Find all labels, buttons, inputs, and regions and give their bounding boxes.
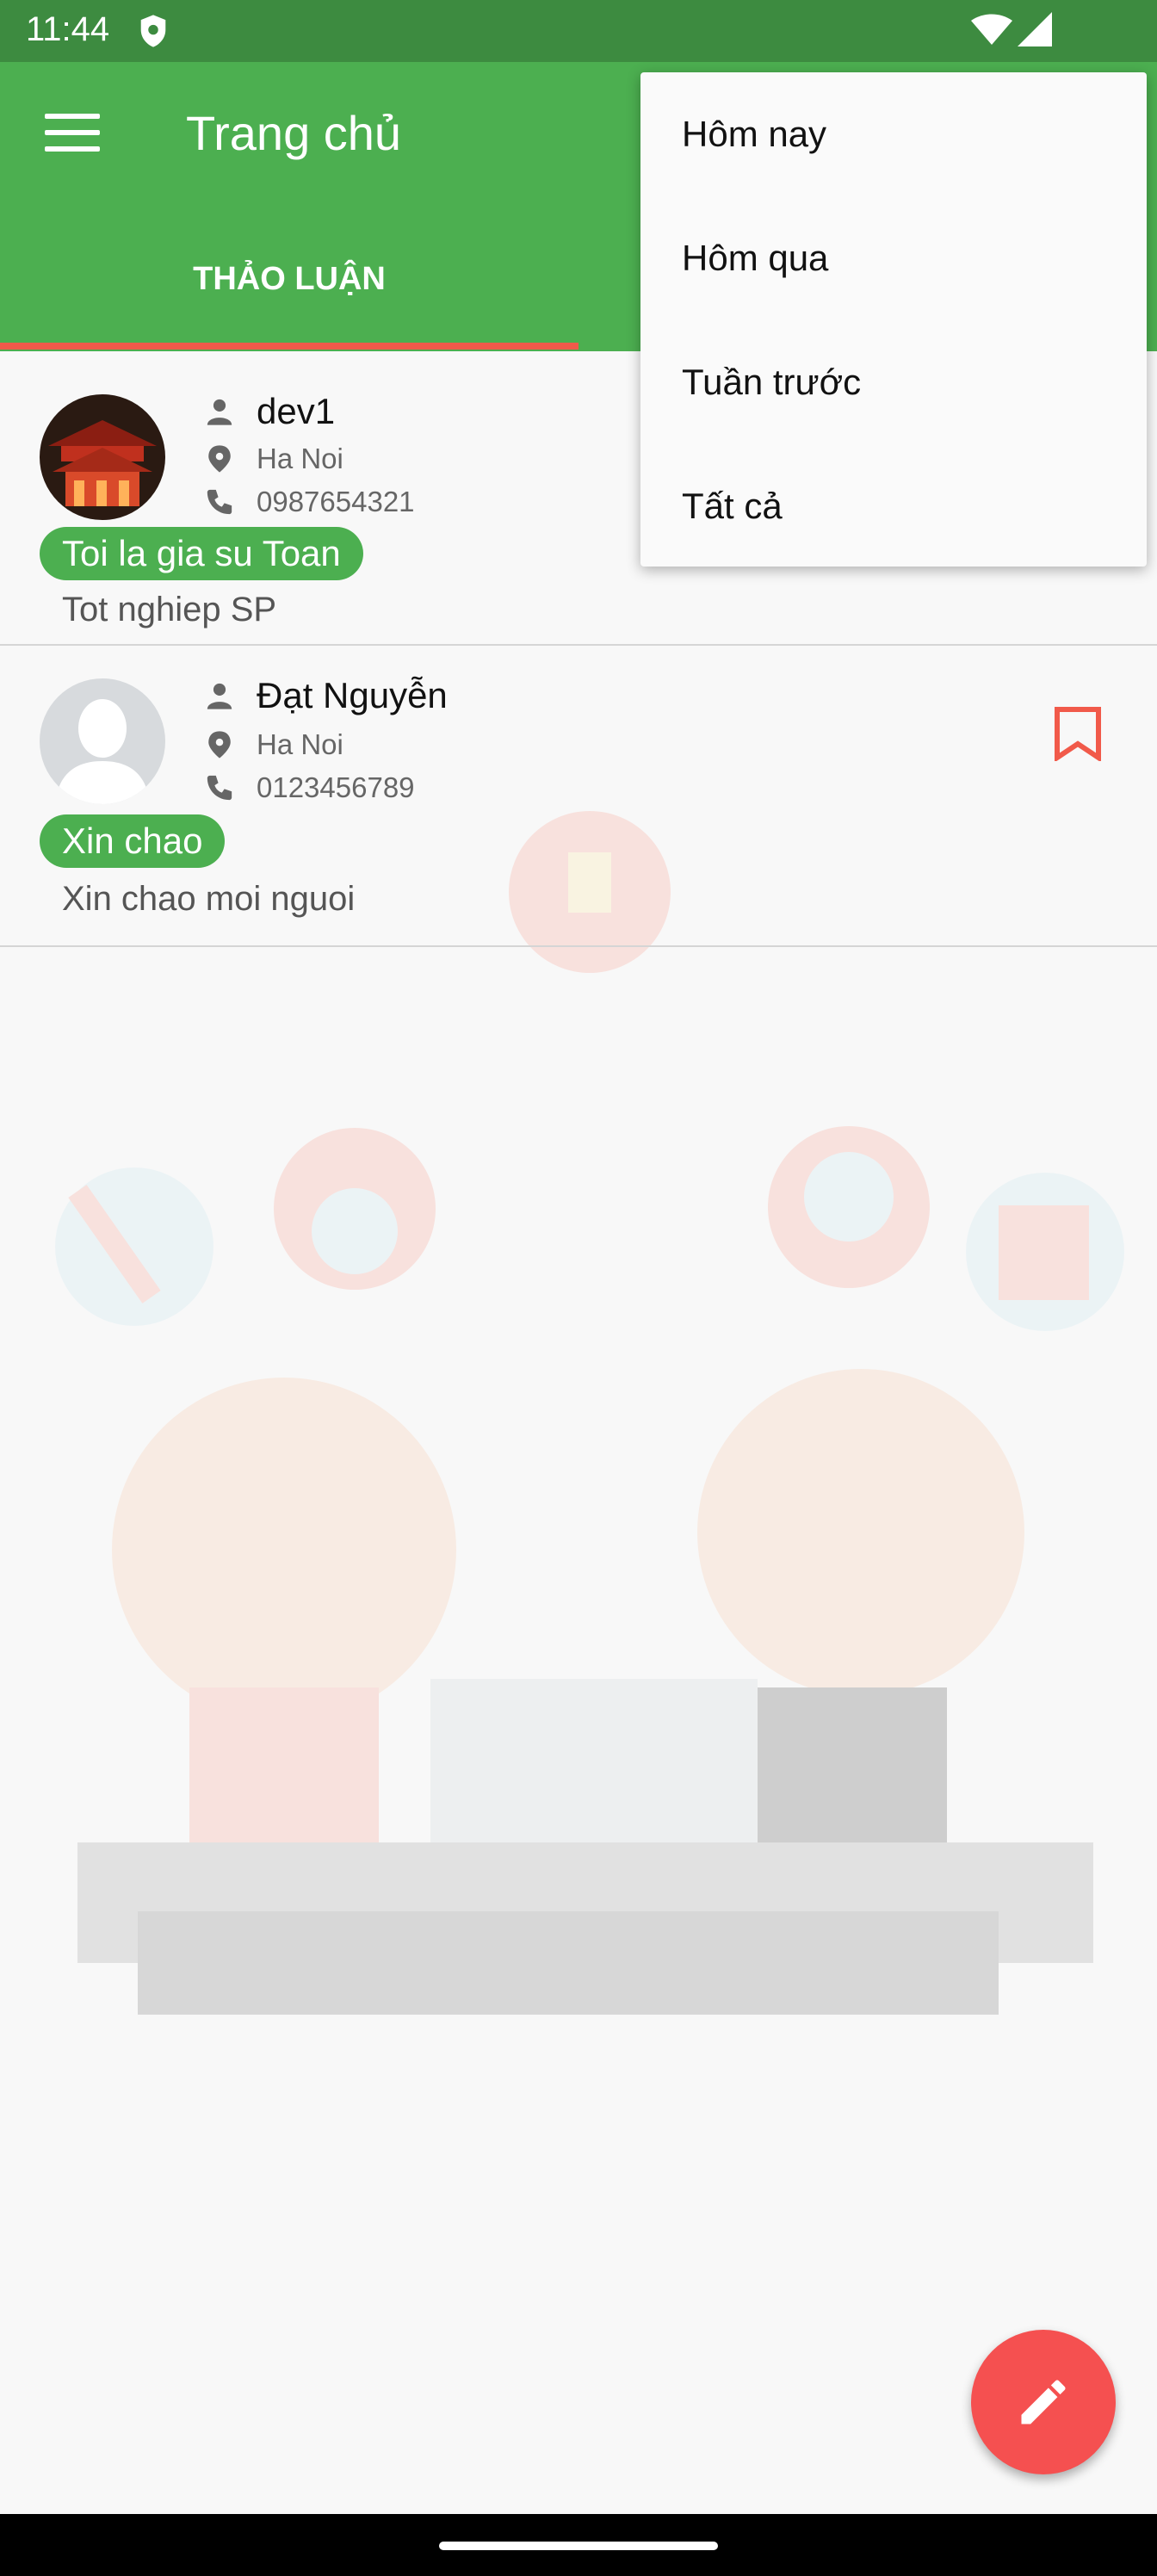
navigation-bar bbox=[0, 2514, 1157, 2576]
compose-button[interactable] bbox=[971, 2330, 1116, 2474]
post-tag: Toi la gia su Toan bbox=[40, 527, 363, 580]
post-phone: 0123456789 bbox=[257, 771, 415, 803]
post-location: Ha Noi bbox=[257, 728, 343, 760]
page-title: Trang chủ bbox=[186, 106, 402, 160]
menu-item-today[interactable]: Hôm nay bbox=[682, 114, 826, 155]
post-author-name: Đạt Nguyễn bbox=[257, 675, 448, 715]
phone-icon bbox=[207, 775, 232, 801]
pencil-icon bbox=[1021, 2380, 1066, 2424]
post-description: Xin chao moi nguoi bbox=[62, 880, 356, 918]
person-icon bbox=[207, 399, 232, 425]
tab-thao-luan[interactable]: THẢO LUẬN bbox=[0, 207, 578, 351]
post-card[interactable]: Đạt Nguyễn Ha Noi 0123456789 Xin chao Xi… bbox=[0, 658, 1157, 947]
post-phone: 0987654321 bbox=[257, 486, 415, 517]
wifi-icon bbox=[971, 14, 1012, 45]
status-time: 11:44 bbox=[26, 10, 110, 48]
location-pin-icon bbox=[208, 445, 231, 473]
menu-item-yesterday[interactable]: Hôm qua bbox=[682, 238, 828, 279]
menu-item-last-week[interactable]: Tuần trước bbox=[682, 362, 861, 403]
post-author-name: dev1 bbox=[257, 391, 336, 431]
person-icon bbox=[207, 683, 232, 709]
avatar bbox=[40, 678, 165, 804]
filter-popup-menu: Hôm nay Hôm qua Tuần trước Tất cả bbox=[640, 72, 1147, 567]
shield-icon bbox=[140, 15, 166, 47]
tab-indicator bbox=[0, 343, 578, 350]
home-gesture-handle[interactable] bbox=[439, 2542, 718, 2550]
hamburger-icon[interactable] bbox=[45, 114, 100, 158]
bookmark-icon[interactable] bbox=[1052, 706, 1104, 761]
phone-icon bbox=[207, 489, 232, 515]
post-description: Tot nghiep SP bbox=[62, 591, 277, 629]
signal-icon bbox=[1018, 12, 1052, 46]
menu-item-all[interactable]: Tất cả bbox=[682, 486, 783, 527]
background-illustration bbox=[55, 811, 1124, 2015]
status-bar: 11:44 bbox=[0, 0, 1157, 62]
post-location: Ha Noi bbox=[257, 443, 343, 474]
location-pin-icon bbox=[208, 731, 231, 759]
avatar bbox=[40, 394, 165, 520]
post-tag: Xin chao bbox=[40, 814, 226, 868]
